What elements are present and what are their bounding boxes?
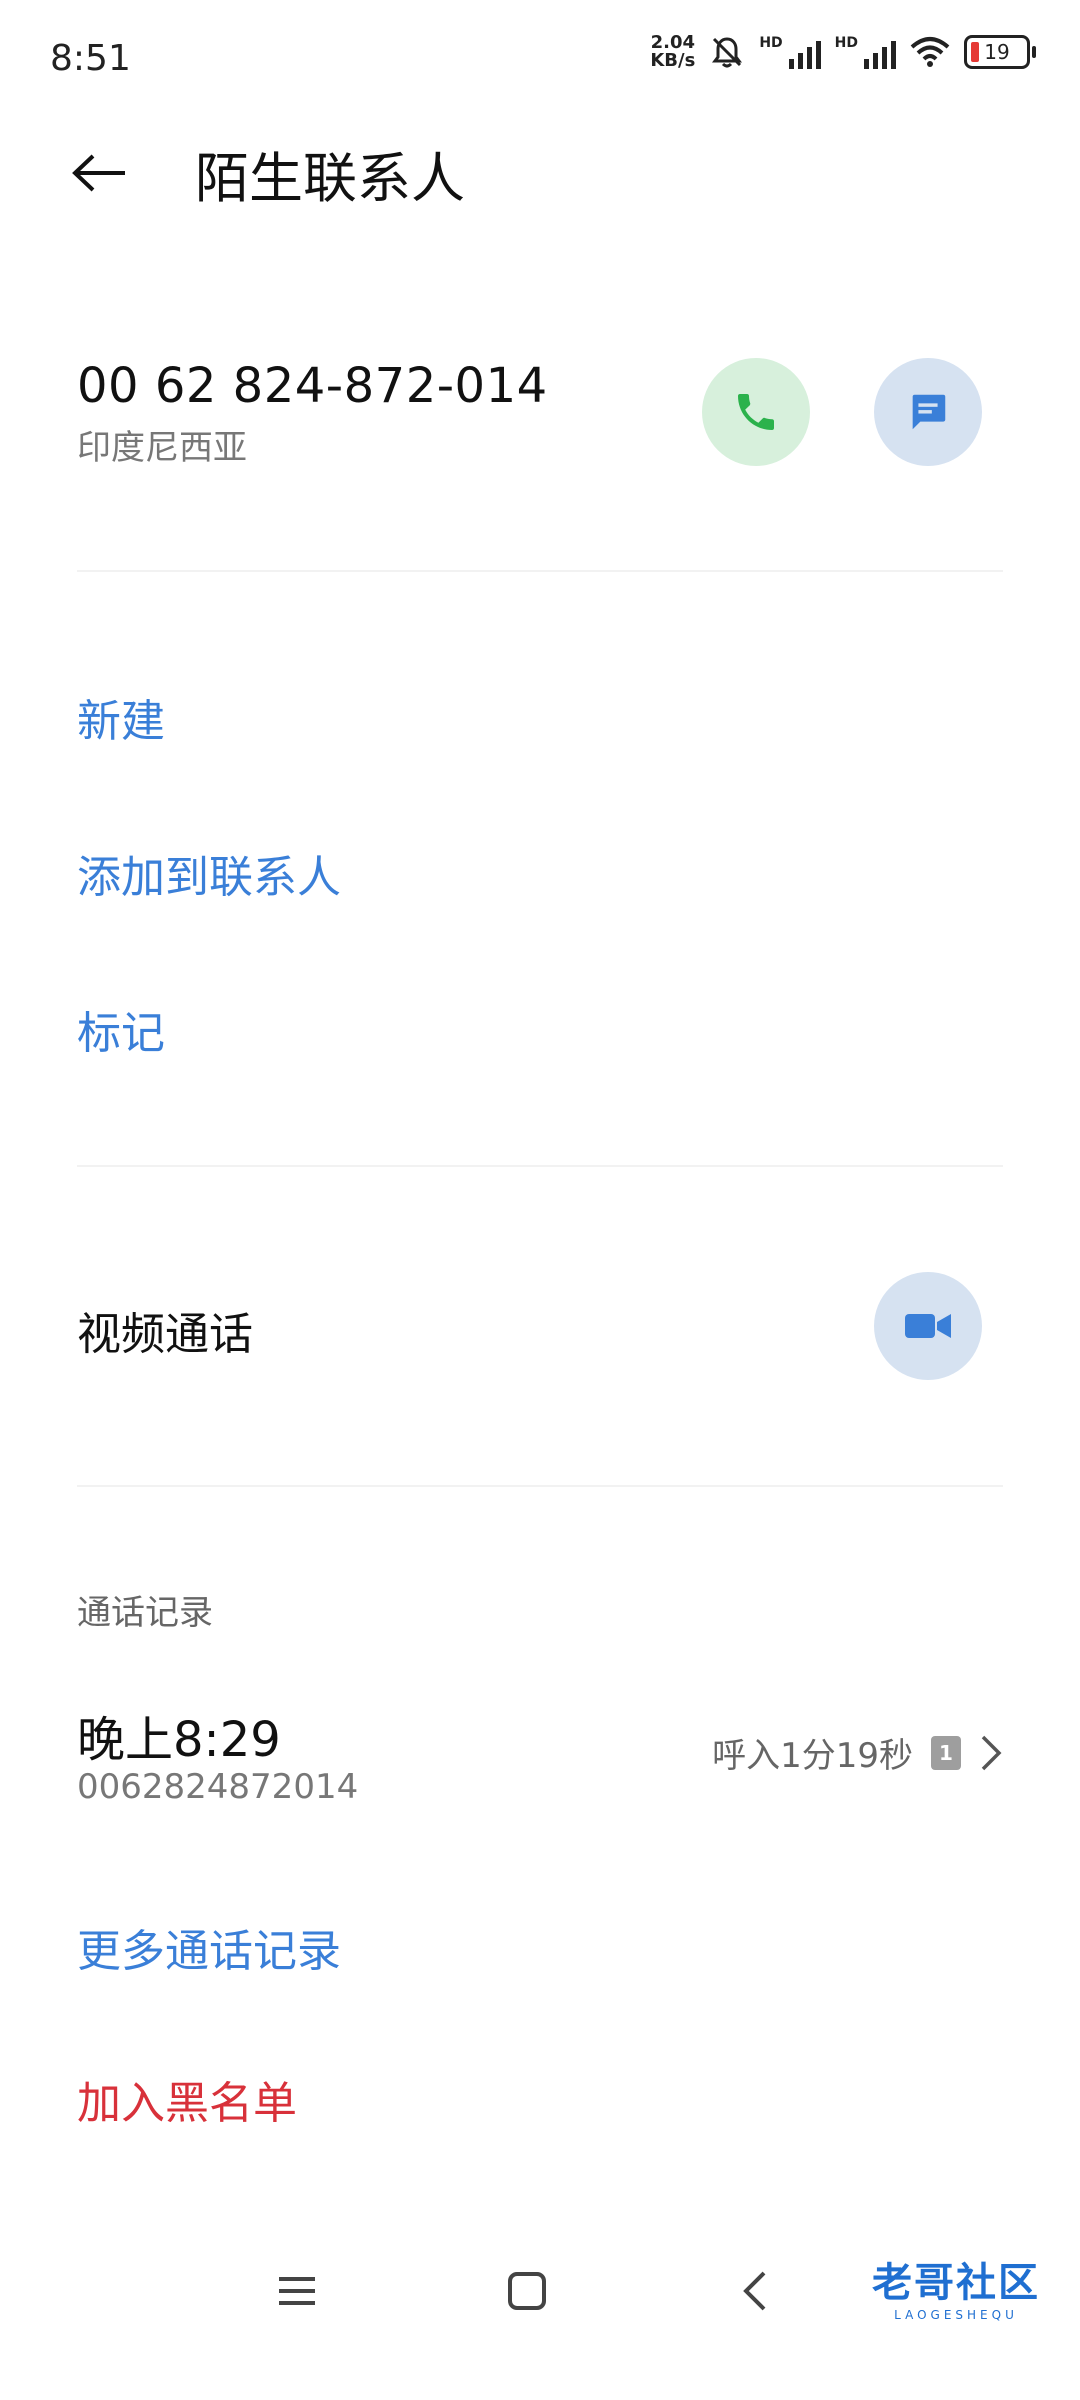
app-header: 陌生联系人 <box>0 120 1080 220</box>
back-nav-button[interactable] <box>720 2256 790 2326</box>
video-call-label: 视频通话 <box>77 1309 253 1360</box>
back-button[interactable] <box>64 138 134 208</box>
video-call-button[interactable] <box>874 1272 982 1380</box>
call-log-section-label: 通话记录 <box>77 1593 213 1633</box>
divider <box>77 1485 1003 1487</box>
phone-icon <box>738 394 774 430</box>
wifi-icon <box>910 37 950 67</box>
cell-signal-1-icon: HD <box>759 35 821 69</box>
message-icon <box>912 394 946 430</box>
chevron-left-icon <box>743 2271 766 2311</box>
chevron-right-icon <box>981 1735 1002 1770</box>
cell-signal-2-icon: HD <box>835 35 896 69</box>
page-title: 陌生联系人 <box>195 147 465 210</box>
call-button[interactable] <box>702 358 810 466</box>
home-nav-button[interactable] <box>492 2256 562 2326</box>
network-speed: 2.04 KB/s <box>650 32 696 71</box>
divider <box>77 570 1003 572</box>
mute-bell-icon <box>712 37 743 68</box>
menu-icon <box>279 2277 315 2305</box>
status-time: 8:51 <box>50 38 131 79</box>
watermark-logo: 老哥社区 LAOGESHEQU <box>872 2260 1040 2322</box>
phone-number: 00 62 824-872-014 <box>77 358 548 414</box>
contact-detail-screen: 8:51 2.04 KB/s HD HD 19 陌生联系人 00 62 824-… <box>0 0 1080 2400</box>
divider <box>77 1165 1003 1167</box>
status-icons: 2.04 KB/s HD HD 19 <box>650 32 1036 71</box>
sim-card-icon: 1 <box>931 1735 961 1770</box>
arrow-left-icon <box>72 154 125 192</box>
phone-region: 印度尼西亚 <box>77 428 247 468</box>
status-bar: 8:51 2.04 KB/s HD HD 19 <box>0 0 1080 120</box>
menu-nav-button[interactable] <box>262 2256 332 2326</box>
call-log-time: 晚上8:29 <box>77 1712 281 1768</box>
message-button[interactable] <box>874 358 982 466</box>
add-to-contacts-button[interactable]: 添加到联系人 <box>77 841 341 905</box>
call-log-duration: 呼入1分19秒 <box>712 1736 913 1776</box>
call-log-details: 呼入1分19秒 1 <box>712 1728 1003 1777</box>
call-log-number: 0062824872014 <box>77 1767 359 1807</box>
more-call-logs-button[interactable]: 更多通话记录 <box>77 1915 341 1979</box>
mark-number-button[interactable]: 标记 <box>77 997 165 1061</box>
home-square-icon <box>508 2272 546 2310</box>
battery-icon: 19 <box>964 35 1036 69</box>
new-contact-button[interactable]: 新建 <box>77 685 165 749</box>
video-camera-icon <box>905 1314 951 1338</box>
add-to-blacklist-button[interactable]: 加入黑名单 <box>77 2067 297 2131</box>
